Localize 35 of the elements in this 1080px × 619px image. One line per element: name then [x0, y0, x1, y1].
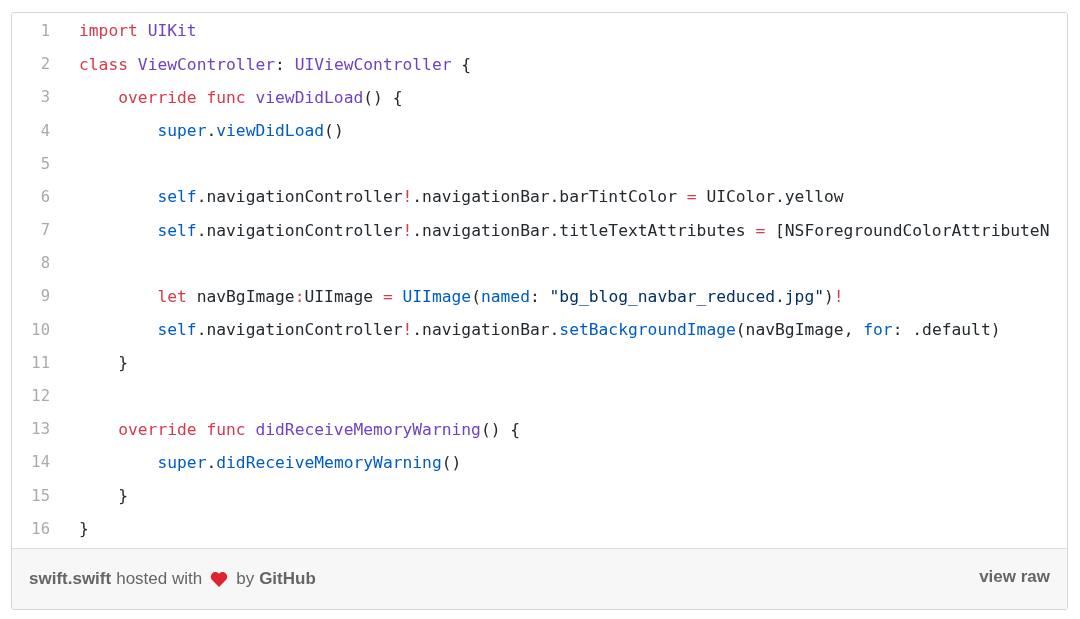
- line-number: 13: [30, 419, 50, 441]
- code-line: }: [117, 352, 128, 375]
- line-number: 10: [30, 319, 50, 341]
- line-number: 3: [39, 87, 50, 109]
- heart-icon: [210, 571, 229, 587]
- line-number: 14: [30, 452, 50, 474]
- code-line: self.navigationController!.navigationBar.titleTextAttributes = [NSForegroundColorAttributeN: [156, 219, 1050, 242]
- line-number: 12: [30, 386, 50, 408]
- line-number: 7: [39, 220, 50, 242]
- code-line: }: [79, 518, 89, 541]
- line-number: 16: [30, 518, 50, 540]
- code-line: super.didReceiveMemoryWarning(): [156, 451, 462, 474]
- code-line: let navBgImage:UIImage = UIImage(named: "bg_blog_navbar_reduced.jpg")!: [156, 285, 844, 308]
- file-link[interactable]: swift.swift: [29, 566, 112, 592]
- code-line: override func viewDidLoad() {: [117, 86, 403, 109]
- github-link[interactable]: GitHub: [259, 566, 316, 592]
- code-line: self.navigationController!.navigationBar.barTintColor = UIColor.yellow: [156, 186, 844, 209]
- code-line: import UIKit: [79, 20, 197, 43]
- line-number: 9: [39, 286, 50, 308]
- code-line: override func didReceiveMemoryWarning() {: [117, 418, 521, 441]
- line-number: 5: [39, 153, 50, 175]
- line-number: 11: [30, 352, 50, 374]
- hosted-text: hosted with: [116, 568, 203, 591]
- code-line: super.viewDidLoad(): [156, 119, 344, 142]
- code-line: self.navigationController!.navigationBar.setBackgroundImage(navBgImage, for: .default): [156, 319, 1001, 342]
- view-raw-link[interactable]: view raw: [979, 564, 1050, 590]
- line-number: 15: [30, 485, 50, 507]
- line-number: 1: [39, 20, 50, 42]
- code-line: }: [117, 485, 128, 507]
- line-number: 4: [39, 120, 50, 142]
- line-number: 8: [39, 253, 50, 275]
- by-text: by: [236, 568, 255, 591]
- code-line: class ViewController: UIViewController {: [79, 53, 472, 76]
- line-number: 2: [39, 54, 50, 76]
- line-number: 6: [39, 186, 50, 208]
